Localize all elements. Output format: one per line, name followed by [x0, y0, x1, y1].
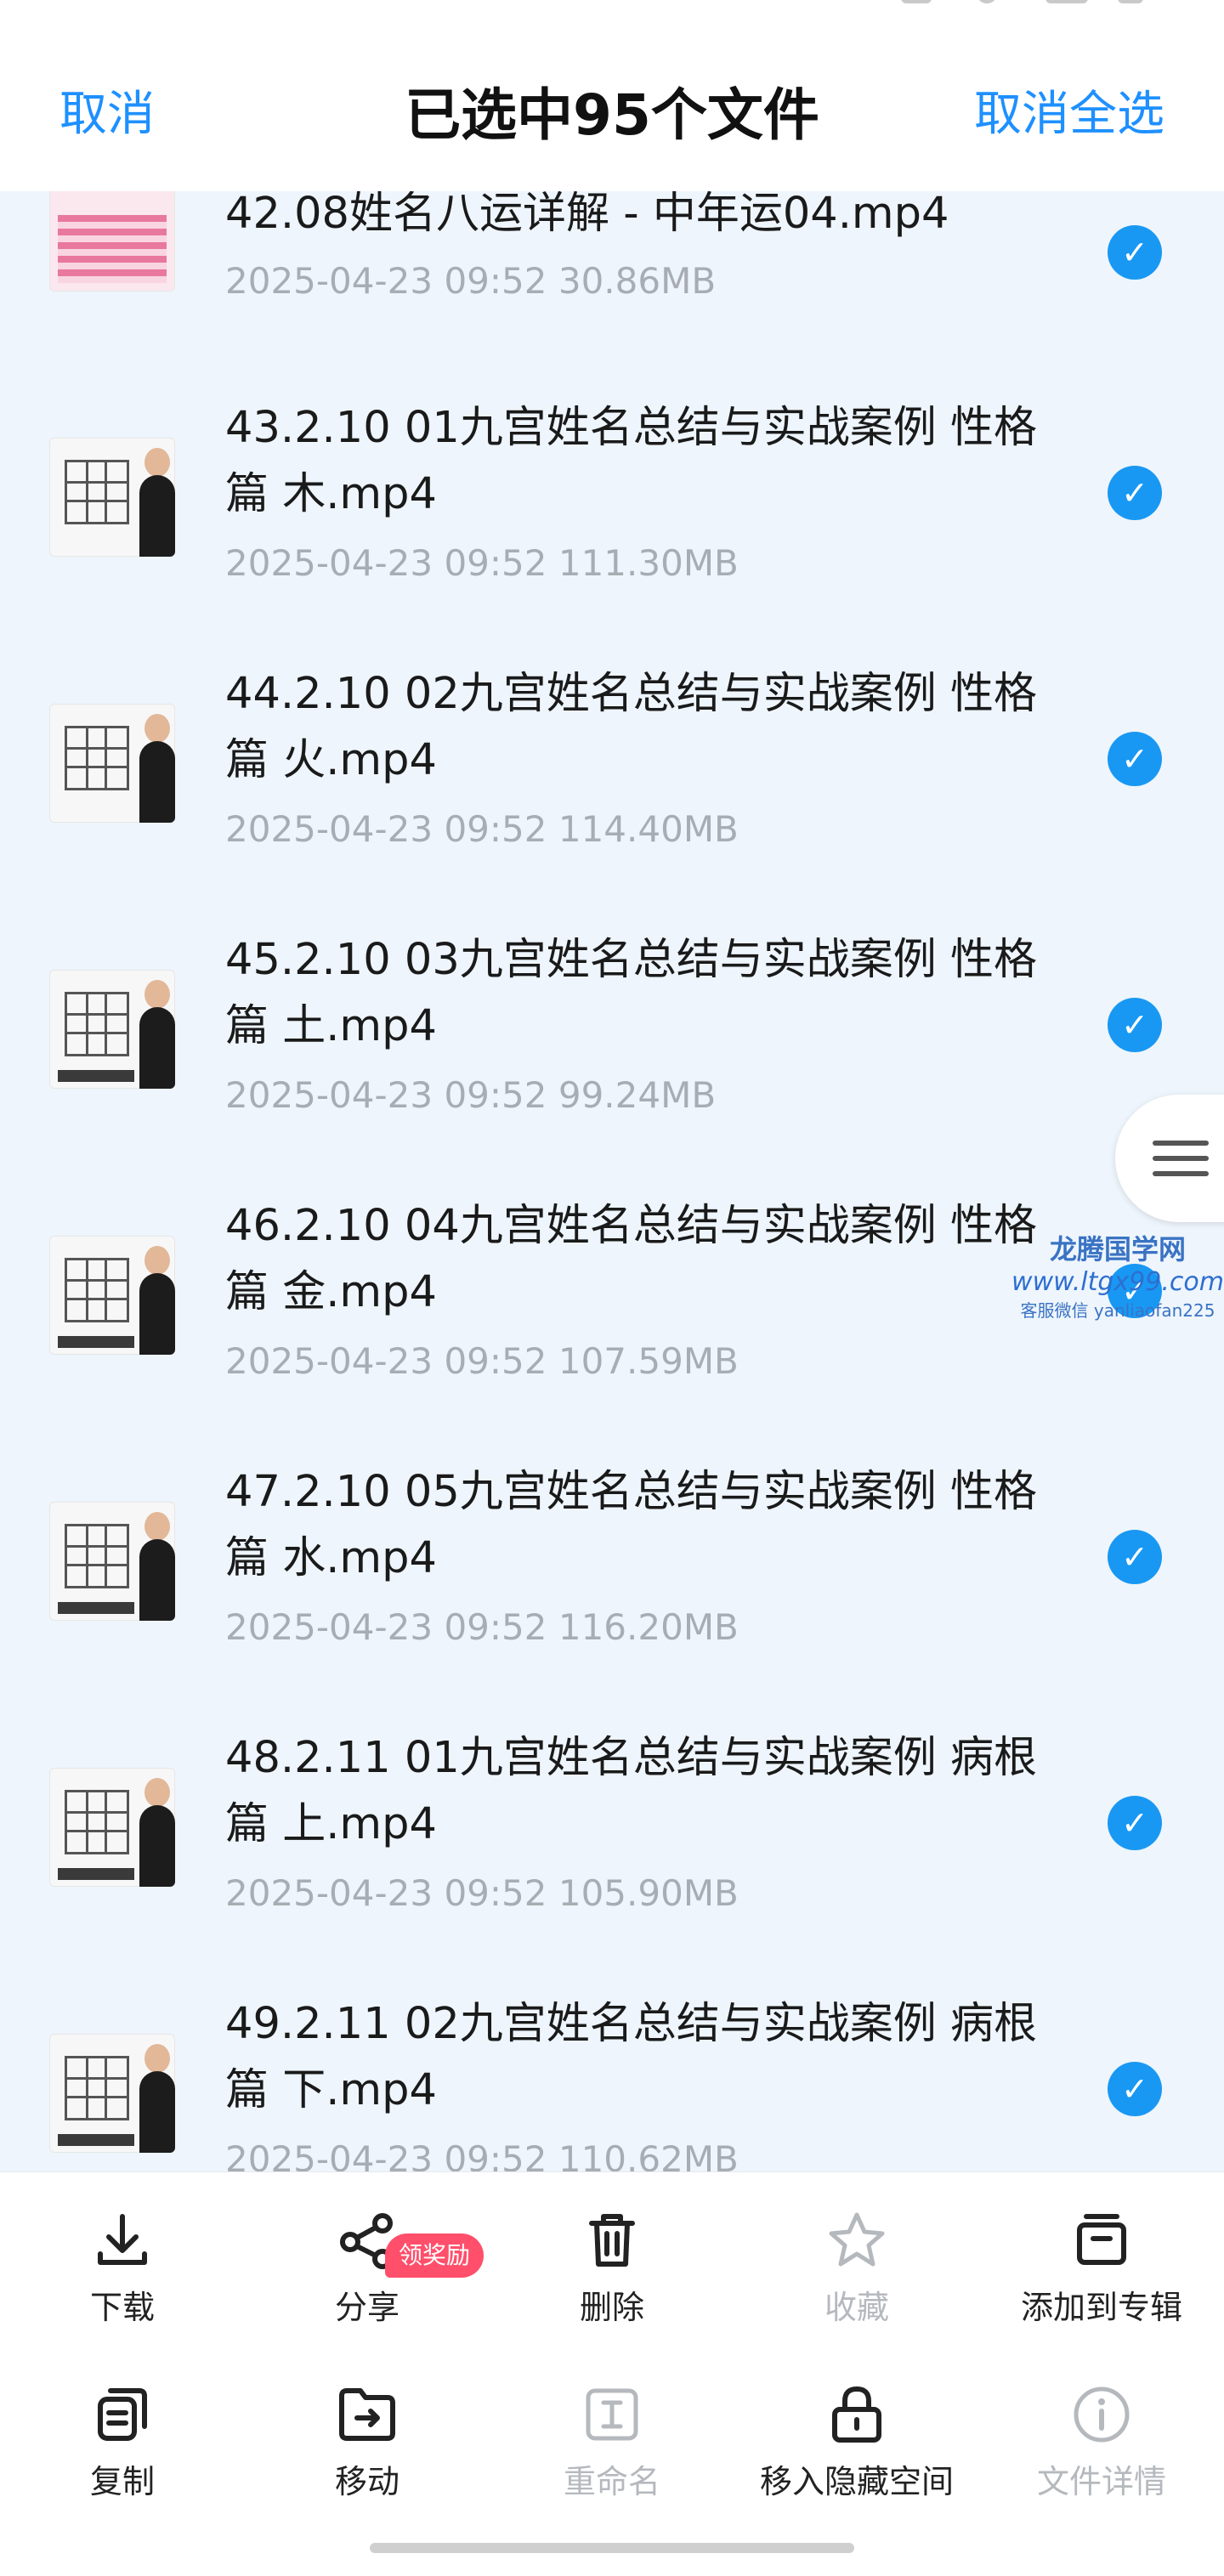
add-to-album-label: 添加到专辑 [1020, 2289, 1182, 2326]
info-icon [1074, 2386, 1130, 2443]
watermark: 龙腾国学网 www.ltgx99.com 客服微信 yanliaofan225 [1012, 1232, 1224, 1322]
download-button[interactable]: 下载 [0, 2206, 245, 2329]
video-thumbnail [49, 1768, 175, 1887]
video-thumbnail [49, 970, 175, 1089]
add-to-album-button[interactable]: 添加到专辑 [979, 2206, 1224, 2329]
file-row[interactable]: 48.2.11 01九宫姓名总结与实战案例 病根篇 上.mp4 2025-04-… [0, 1725, 1224, 1991]
file-details-label: 文件详情 [1036, 2463, 1166, 2500]
favorite-button[interactable]: 收藏 [734, 2206, 979, 2329]
copy-button[interactable]: 复制 [0, 2381, 245, 2503]
file-meta: 2025-04-23 09:52 114.40MB [225, 808, 739, 850]
download-label: 下载 [89, 2289, 155, 2326]
selected-check-icon[interactable]: ✓ [1108, 732, 1162, 786]
rename-icon [586, 2388, 638, 2441]
selected-check-icon[interactable]: ✓ [1108, 1796, 1162, 1850]
album-icon [1077, 2214, 1126, 2265]
share-label: 分享 [334, 2289, 400, 2326]
file-meta: 2025-04-23 09:52 107.59MB [225, 1340, 739, 1382]
file-name: 42.08姓名八运详解 - 中年运04.mp4 [225, 191, 949, 239]
file-name: 49.2.11 02九宫姓名总结与实战案例 病根篇 下.mp4 [225, 1999, 1037, 2115]
delete-label: 删除 [579, 2289, 644, 2326]
file-row[interactable]: 43.2.10 01九宫姓名总结与实战案例 性格篇 木.mp4 2025-04-… [0, 395, 1224, 661]
file-row[interactable]: 42.08姓名八运详解 - 中年运04.mp4 2025-04-23 09:52… [0, 191, 1224, 395]
file-row[interactable]: 49.2.11 02九宫姓名总结与实战案例 病根篇 下.mp4 2025-04-… [0, 1991, 1224, 2171]
rename-label: 重命名 [563, 2463, 660, 2500]
file-name: 47.2.10 05九宫姓名总结与实战案例 性格篇 水.mp4 [225, 1467, 1037, 1583]
copy-label: 复制 [89, 2463, 155, 2500]
file-meta: 2025-04-23 09:52 99.24MB [225, 1074, 717, 1116]
file-name: 48.2.11 01九宫姓名总结与实战案例 病根篇 上.mp4 [225, 1733, 1037, 1849]
copy-icon [98, 2388, 147, 2441]
file-meta: 2025-04-23 09:52 30.86MB [225, 260, 717, 302]
trash-icon [589, 2214, 635, 2267]
selected-check-icon[interactable]: ✓ [1108, 1530, 1162, 1584]
favorite-label: 收藏 [824, 2289, 889, 2326]
file-meta: 2025-04-23 09:52 105.90MB [225, 1872, 739, 1914]
video-thumbnail [49, 438, 175, 557]
move-label: 移动 [334, 2463, 400, 2500]
download-icon [98, 2214, 147, 2265]
deselect-all-button[interactable]: 取消全选 [974, 85, 1164, 144]
selected-check-icon[interactable]: ✓ [1108, 225, 1162, 280]
move-button[interactable]: 移动 [245, 2381, 490, 2503]
selected-check-icon[interactable]: ✓ [1108, 998, 1162, 1052]
star-icon [829, 2212, 885, 2267]
video-thumbnail [49, 2034, 175, 2153]
file-details-button[interactable]: 文件详情 [979, 2381, 1224, 2503]
watermark-url: www.ltgx99.com [1012, 1267, 1224, 1297]
selected-check-icon[interactable]: ✓ [1108, 466, 1162, 520]
video-thumbnail [49, 1502, 175, 1621]
top-bar: 取消 已选中95个文件 取消全选 [0, 0, 1224, 191]
file-meta: 2025-04-23 09:52 110.62MB [225, 2138, 739, 2171]
file-row[interactable]: 44.2.10 02九宫姓名总结与实战案例 性格篇 火.mp4 2025-04-… [0, 661, 1224, 927]
video-thumbnail [49, 1236, 175, 1355]
file-name: 46.2.10 04九宫姓名总结与实战案例 性格篇 金.mp4 [225, 1201, 1037, 1317]
reward-badge: 领奖励 [385, 2233, 484, 2278]
lock-icon [832, 2386, 881, 2443]
move-to-hidden-button[interactable]: 移入隐藏空间 [734, 2381, 979, 2503]
file-name: 44.2.10 02九宫姓名总结与实战案例 性格篇 火.mp4 [225, 669, 1037, 785]
file-row[interactable]: 47.2.10 05九宫姓名总结与实战案例 性格篇 水.mp4 2025-04-… [0, 1459, 1224, 1725]
video-thumbnail [49, 704, 175, 823]
action-toolbar: 下载 分享 领奖励 删除 收藏 添加到专辑 复制 移动 重命名 移入隐藏空间 文… [0, 2171, 1224, 2576]
move-to-hidden-label: 移入隐藏空间 [759, 2463, 954, 2500]
rename-button[interactable]: 重命名 [490, 2381, 734, 2503]
move-folder-icon [339, 2388, 395, 2441]
file-row[interactable]: 45.2.10 03九宫姓名总结与实战案例 性格篇 土.mp4 2025-04-… [0, 927, 1224, 1193]
video-thumbnail [49, 191, 175, 292]
watermark-title: 龙腾国学网 [1049, 1233, 1186, 1265]
file-meta: 2025-04-23 09:52 116.20MB [225, 1606, 739, 1648]
file-meta: 2025-04-23 09:52 111.30MB [225, 542, 739, 584]
selected-check-icon[interactable]: ✓ [1108, 2062, 1162, 2116]
status-bar-remnant [901, 0, 1156, 7]
file-list: 42.08姓名八运详解 - 中年运04.mp4 2025-04-23 09:52… [0, 191, 1224, 2171]
delete-button[interactable]: 删除 [490, 2206, 734, 2329]
watermark-contact: 客服微信 yanliaofan225 [1020, 1300, 1216, 1321]
file-name: 45.2.10 03九宫姓名总结与实战案例 性格篇 土.mp4 [225, 935, 1037, 1051]
file-name: 43.2.10 01九宫姓名总结与实战案例 性格篇 木.mp4 [225, 403, 1037, 519]
home-indicator[interactable] [370, 2543, 854, 2553]
share-button[interactable]: 分享 领奖励 [245, 2206, 490, 2329]
